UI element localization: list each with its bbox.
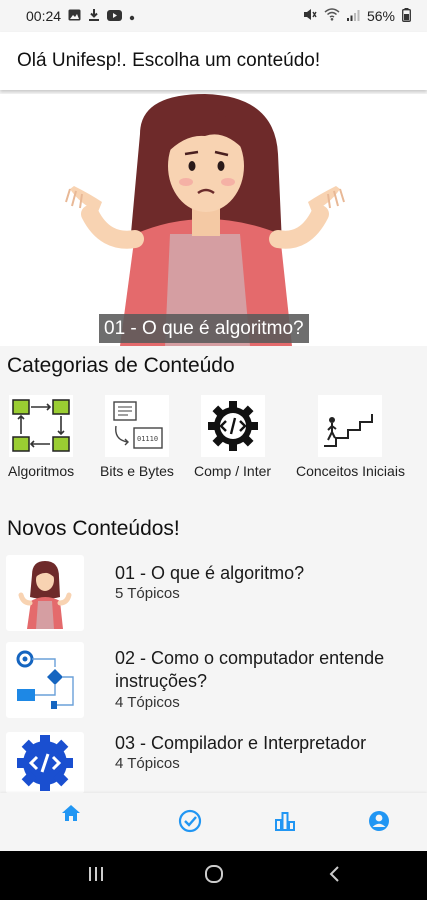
signal-icon [346,8,360,24]
item-title: 03 - Compilador e Interpretador [115,733,367,753]
category-algoritmos[interactable]: Algoritmos [8,395,74,479]
list-item[interactable]: 01 - O que é algoritmo? 5 Tópicos [0,555,427,635]
home-circle-icon [204,864,224,889]
app-bar: Olá Unifesp!. Escolha um conteúdo! [0,32,427,90]
battery-percent: 56% [366,8,395,24]
category-label: Conceitos Iniciais [296,463,405,479]
categories-row: Algoritmos 01110 Bits e Bytes Comp / Int… [0,395,427,485]
home-system-button[interactable] [199,863,229,889]
item-subtitle: 5 Tópicos [115,585,180,602]
youtube-icon [107,8,123,24]
category-conceitos-iniciais[interactable]: Conceitos Iniciais [296,395,405,479]
nav-completed[interactable] [170,803,210,843]
back-icon [327,865,341,888]
cycle-boxes-icon [9,395,74,457]
recents-icon [87,866,105,887]
item-subtitle: 4 Tópicos [115,694,180,711]
bar-chart-icon [274,811,296,836]
account-icon [368,810,390,837]
mute-icon [303,8,317,24]
nav-stats[interactable] [265,803,305,843]
confused-woman-illustration [65,94,345,346]
hero-caption: 01 - O que é algoritmo? [99,314,309,343]
system-navigation-bar [0,851,427,900]
category-bits-bytes[interactable]: 01110 Bits e Bytes [100,395,174,479]
hero-banner[interactable]: 01 - O que é algoritmo? [0,94,427,346]
status-left: 00:24 [26,8,135,24]
recents-button[interactable] [81,863,111,889]
status-right: 56% [303,7,411,25]
status-bar: 00:24 56% [0,0,427,32]
nav-home[interactable] [51,795,91,835]
bottom-navigation [0,793,427,851]
stairs-climber-icon [318,395,383,457]
status-time: 00:24 [26,8,62,24]
flowchart-thumb [6,642,84,718]
wifi-icon [324,8,340,24]
computer-bits-icon: 01110 [104,395,169,457]
item-subtitle: 4 Tópicos [115,755,180,772]
list-item[interactable]: 02 - Como o computador entende instruçõe… [0,640,427,720]
battery-icon [402,7,411,25]
svg-text:01110: 01110 [137,435,158,443]
dot-icon [129,8,135,24]
back-button[interactable] [319,863,349,889]
new-contents-title: Novos Conteúdos! [7,517,180,540]
item-title: 01 - O que é algoritmo? [115,563,305,583]
page-title: Olá Unifesp!. Escolha um conteúdo! [17,50,321,71]
category-label: Algoritmos [8,463,75,479]
blue-code-gear-thumb [6,732,84,794]
item-title: 02 - Como o computador entende instruçõe… [115,648,385,691]
download-icon [88,8,100,24]
gallery-icon [68,8,81,24]
categories-title: Categorias de Conteúdo [7,354,235,377]
nav-account[interactable] [359,803,399,843]
category-label: Bits e Bytes [100,463,174,479]
confused-woman-thumb [6,555,84,631]
category-label: Comp / Inter [194,463,272,479]
check-circle-icon [178,809,202,838]
code-gear-icon [200,395,265,457]
category-comp-inter[interactable]: Comp / Inter [194,395,271,479]
home-icon [61,804,81,827]
